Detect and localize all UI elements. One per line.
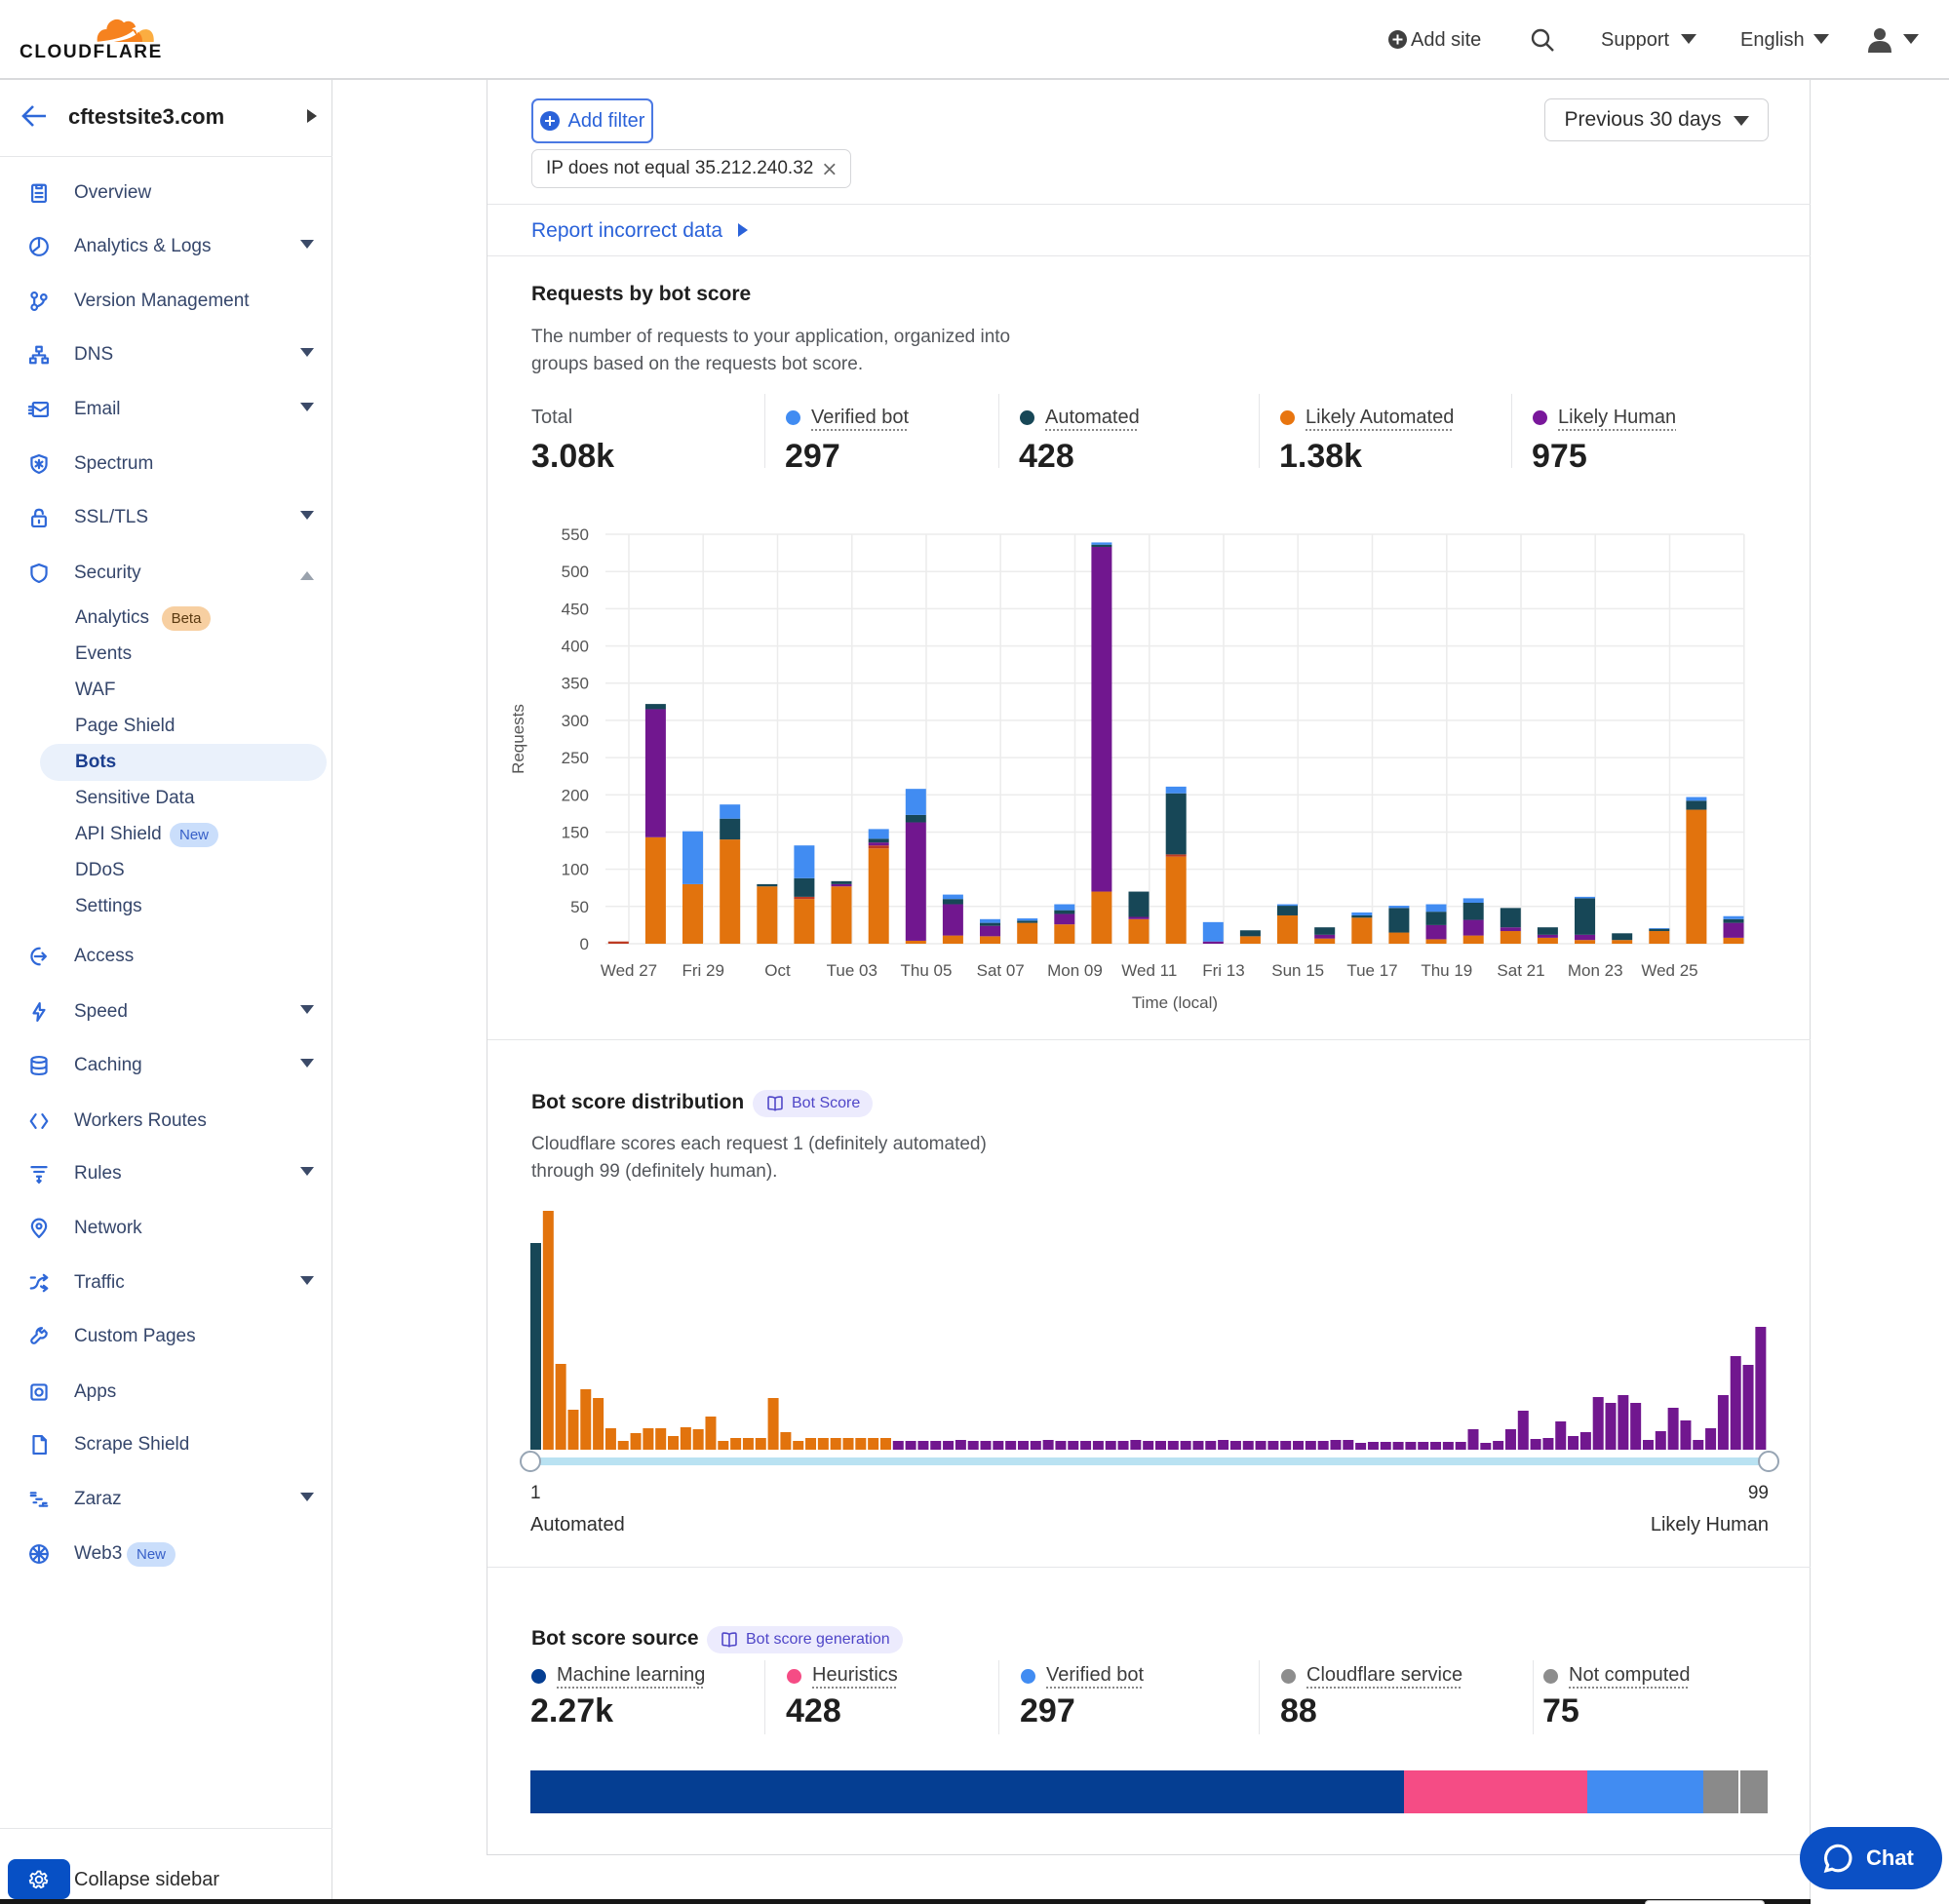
svg-text:250: 250 (562, 749, 589, 767)
svg-text:Thu 19: Thu 19 (1421, 961, 1472, 980)
svg-text:Requests: Requests (509, 704, 527, 774)
svg-text:Oct: Oct (764, 961, 791, 980)
svg-text:100: 100 (562, 861, 589, 879)
svg-text:Wed 11: Wed 11 (1121, 961, 1177, 980)
svg-text:Sat 21: Sat 21 (1497, 961, 1544, 980)
svg-text:200: 200 (562, 786, 589, 804)
svg-text:Fri 29: Fri 29 (682, 961, 723, 980)
svg-text:Fri 13: Fri 13 (1202, 961, 1244, 980)
svg-text:400: 400 (562, 638, 589, 656)
svg-text:Thu 05: Thu 05 (901, 961, 953, 980)
svg-text:450: 450 (562, 600, 589, 618)
svg-text:500: 500 (562, 563, 589, 581)
svg-text:300: 300 (562, 712, 589, 730)
svg-text:Sun 15: Sun 15 (1271, 961, 1324, 980)
svg-text:350: 350 (562, 675, 589, 693)
svg-text:Tue 17: Tue 17 (1346, 961, 1397, 980)
svg-text:Wed 25: Wed 25 (1641, 961, 1697, 980)
svg-text:550: 550 (562, 525, 589, 544)
svg-text:0: 0 (580, 935, 589, 953)
svg-text:Mon 09: Mon 09 (1047, 961, 1103, 980)
svg-text:Mon 23: Mon 23 (1568, 961, 1623, 980)
svg-text:Time (local): Time (local) (1132, 993, 1218, 1012)
svg-text:50: 50 (570, 898, 589, 916)
svg-text:Sat 07: Sat 07 (977, 961, 1025, 980)
svg-text:Tue 03: Tue 03 (827, 961, 877, 980)
svg-text:150: 150 (562, 824, 589, 842)
svg-text:Wed 27: Wed 27 (601, 961, 657, 980)
